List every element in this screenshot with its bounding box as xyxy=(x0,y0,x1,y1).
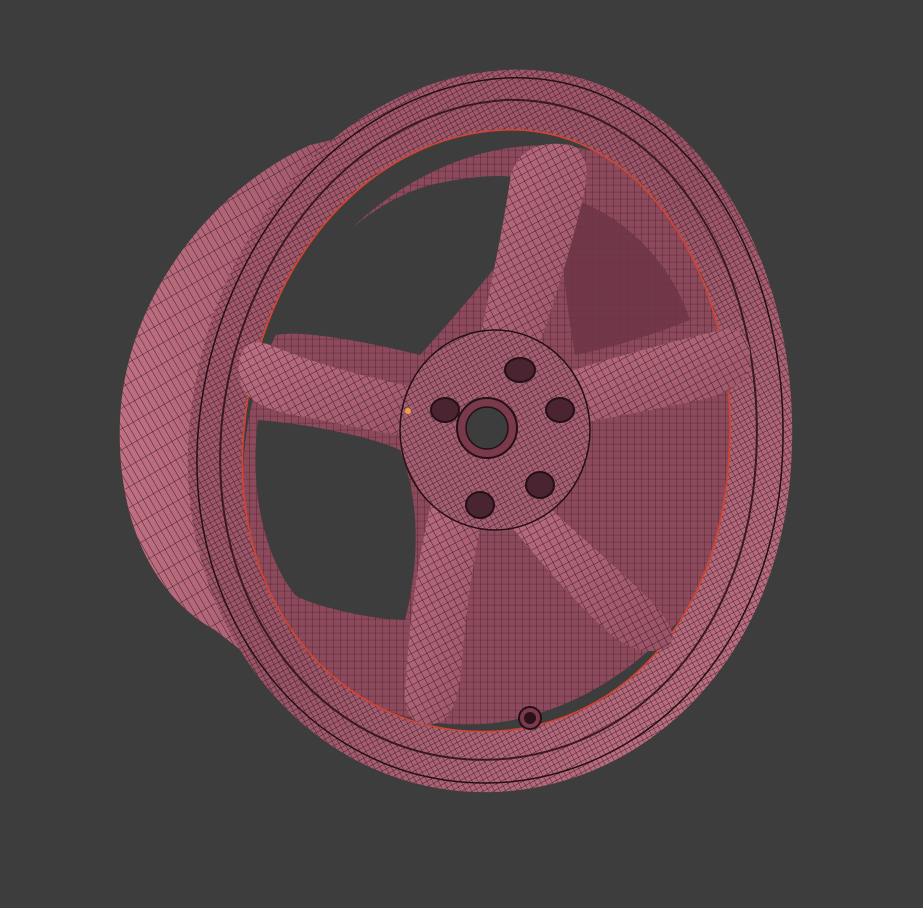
center-bore xyxy=(456,397,518,459)
lug-hole-4 xyxy=(465,491,495,519)
valve-stem-hole xyxy=(518,706,542,730)
lug-hole-3 xyxy=(525,471,555,499)
lug-hole-5 xyxy=(430,397,460,423)
lug-hole-2 xyxy=(545,397,575,423)
wheel-model[interactable] xyxy=(0,0,923,908)
vertex-marker[interactable] xyxy=(405,408,411,414)
3d-viewport[interactable] xyxy=(0,0,923,908)
lug-hole-1 xyxy=(504,357,536,383)
